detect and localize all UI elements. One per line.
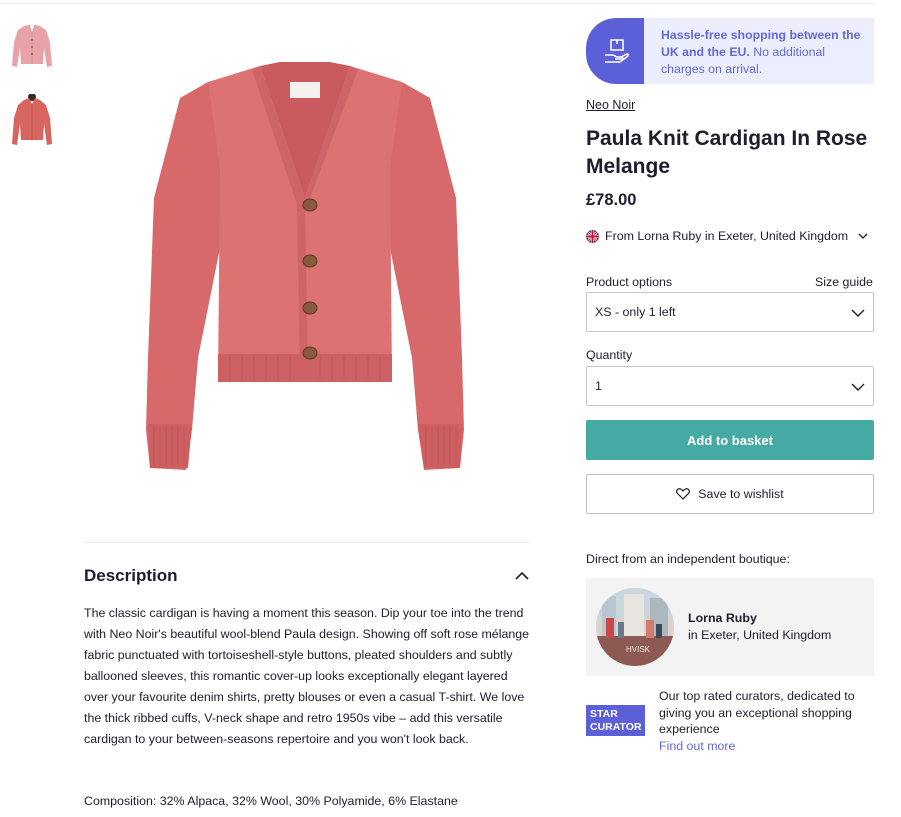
uk-flag-icon — [586, 229, 599, 243]
size-select-value: XS - only 1 left — [595, 305, 676, 319]
seller-origin-toggle[interactable]: From Lorna Ruby in Exeter, United Kingdo… — [586, 228, 868, 244]
quantity-select-value: 1 — [595, 379, 602, 393]
curator-description: Our top rated curators, dedicated to giv… — [659, 689, 855, 736]
star-curator-badge-line2: CURATOR — [590, 721, 642, 733]
product-main-image[interactable] — [140, 58, 470, 478]
shipping-banner-text: Hassle-free shopping between the UK and … — [661, 28, 861, 76]
size-select[interactable]: XS - only 1 left — [586, 292, 874, 332]
brand-link[interactable]: Neo Noir — [586, 98, 635, 112]
description-heading: Description — [84, 566, 178, 585]
svg-text:HVISK: HVISK — [626, 645, 651, 654]
product-title: Paula Knit Cardigan In Rose Melange — [586, 127, 868, 178]
quantity-label: Quantity — [586, 348, 633, 362]
shipping-banner: Hassle-free shopping between the UK and … — [586, 18, 874, 84]
boutique-name[interactable]: Lorna Ruby — [688, 611, 757, 625]
chevron-down-icon — [858, 233, 868, 239]
boutique-avatar: HVISK — [596, 588, 674, 666]
quantity-select[interactable]: 1 — [586, 366, 874, 406]
star-curator-badge-line1: STAR — [590, 708, 618, 720]
product-options-label: Product options — [586, 275, 673, 289]
description-divider — [84, 542, 529, 543]
boutique-location: in Exeter, United Kingdom — [688, 628, 832, 642]
banner-icon-container — [586, 18, 644, 84]
heart-icon — [676, 488, 691, 500]
boutique-intro: Direct from an independent boutique: — [586, 552, 790, 566]
product-thumbnail-2[interactable] — [10, 94, 54, 150]
composition-text: Composition: 32% Alpaca, 32% Wool, 30% P… — [84, 794, 458, 808]
chevron-up-icon[interactable] — [513, 568, 531, 584]
boutique-card[interactable]: HVISK Lorna Ruby in Exeter, United Kingd… — [586, 578, 874, 676]
product-price: £78.00 — [586, 191, 637, 209]
chevron-down-icon — [851, 383, 865, 391]
product-thumbnail-1[interactable] — [10, 20, 54, 76]
top-divider — [0, 3, 875, 4]
description-body: The classic cardigan is having a moment … — [84, 606, 530, 746]
hand-with-parcel-icon — [605, 39, 630, 63]
add-to-basket-button[interactable]: Add to basket — [586, 420, 874, 460]
seller-origin-text: From Lorna Ruby in Exeter, United Kingdo… — [605, 229, 849, 243]
save-to-wishlist-button[interactable]: Save to wishlist — [586, 474, 874, 514]
find-out-more-link[interactable]: Find out more — [659, 739, 735, 753]
save-to-wishlist-label: Save to wishlist — [698, 487, 784, 501]
size-guide-link[interactable]: Size guide — [815, 275, 873, 289]
chevron-down-icon — [851, 309, 865, 317]
star-curator-badge: STAR CURATOR — [586, 705, 645, 736]
